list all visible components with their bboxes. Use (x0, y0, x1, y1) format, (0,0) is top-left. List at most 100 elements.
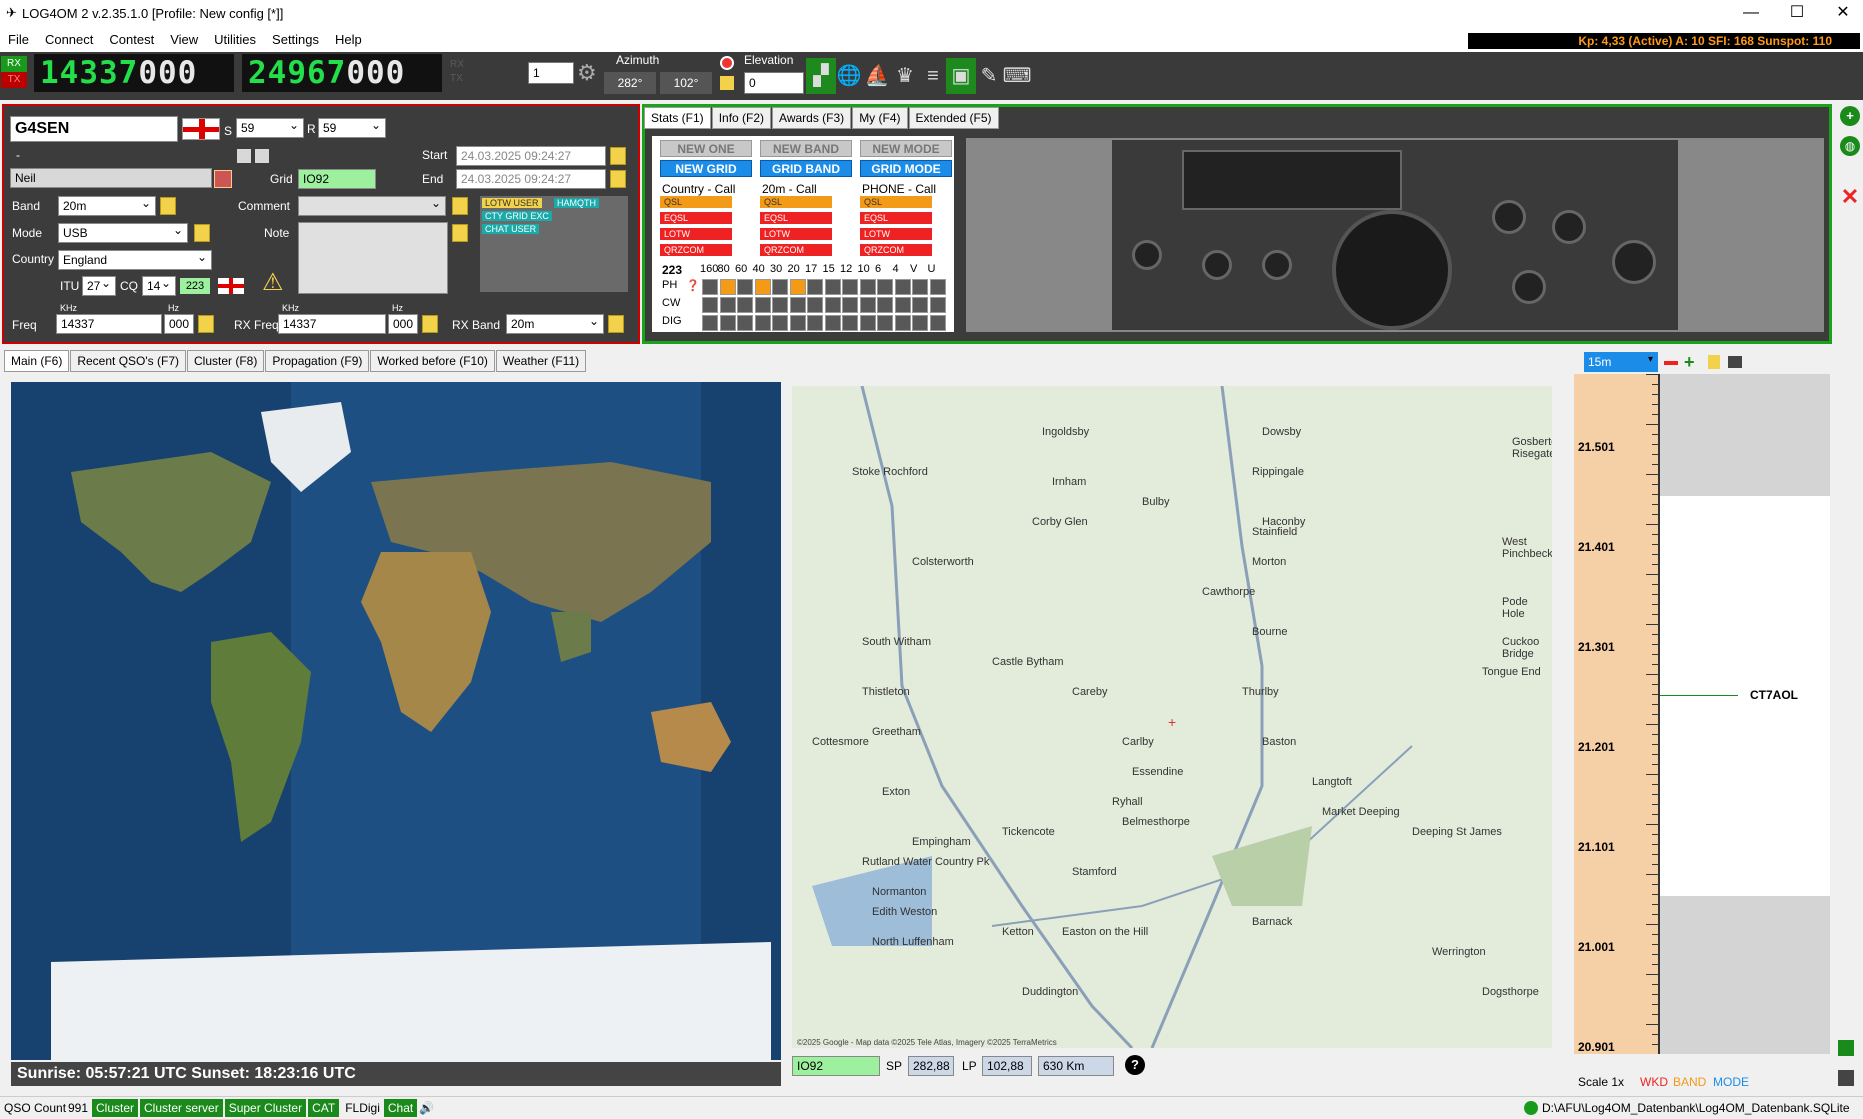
delete-icon[interactable]: ✕ (1840, 184, 1860, 209)
world-map[interactable] (11, 382, 781, 1060)
rxband-lock-icon[interactable] (608, 315, 624, 333)
freq-khz-input[interactable]: 14337 (56, 314, 162, 334)
freq-hz-input[interactable]: 000 (164, 314, 194, 334)
scope-band-select[interactable]: 15m (1584, 352, 1658, 372)
list-icon[interactable]: ≡ (918, 58, 948, 94)
signal-icon[interactable]: ▞ (806, 58, 836, 94)
itu-select[interactable]: 27 (82, 274, 116, 296)
spot-ct7aol[interactable]: CT7AOL (1750, 688, 1798, 702)
scope-band-dropdown-icon[interactable]: ▾ (1648, 354, 1653, 365)
satellite-icon[interactable]: ⛵ (862, 58, 892, 94)
rxfreq-khz-input[interactable]: 14337 (278, 314, 386, 334)
status-cluster-server[interactable]: Cluster server (140, 1099, 223, 1117)
cq-select[interactable]: 14 (142, 274, 176, 296)
speaker-icon[interactable]: 🔊 (419, 1101, 434, 1115)
menu-view[interactable]: View (162, 28, 206, 51)
new-grid-button[interactable]: NEW GRID (660, 160, 752, 177)
comment-lock-icon[interactable] (452, 197, 468, 215)
rst-sent-select[interactable]: 59 (236, 116, 304, 138)
name-input[interactable]: Neil (10, 168, 212, 188)
keyboard-icon[interactable]: ⌨ (1002, 58, 1032, 94)
grid-mode-button[interactable]: GRID MODE (860, 160, 952, 177)
lookup-icon[interactable] (214, 170, 232, 188)
tab-my[interactable]: My (F4) (852, 107, 908, 129)
note-lock-icon[interactable] (452, 224, 468, 242)
gear-icon[interactable]: ⚙ (577, 60, 597, 86)
map-grid-input[interactable]: IO92 (792, 1056, 880, 1076)
local-map[interactable]: Ingoldsby Dowsby Gosberton Risegate Stoke R… (792, 386, 1552, 1048)
scope-band[interactable]: BAND (1673, 1075, 1706, 1089)
scope-side-icon[interactable] (1838, 1040, 1854, 1056)
scope-wkd[interactable]: WKD (1640, 1075, 1668, 1089)
status-super-cluster[interactable]: Super Cluster (224, 1099, 307, 1117)
grid-input[interactable]: IO92 (298, 169, 376, 189)
minimize-button[interactable]: — (1728, 0, 1774, 28)
status-chat[interactable]: Chat (383, 1099, 418, 1117)
help-icon[interactable]: ? (1125, 1055, 1145, 1075)
zoom-in-icon[interactable]: + (1684, 352, 1695, 373)
tab-stats[interactable]: Stats (F1) (644, 107, 711, 129)
close-button[interactable]: ✕ (1820, 0, 1863, 28)
status-cat[interactable]: CAT (308, 1099, 340, 1117)
scope-scale[interactable]: Scale 1x (1578, 1075, 1624, 1089)
question-icon[interactable]: ❓ (686, 279, 700, 292)
globe-icon[interactable]: 🌐 (834, 58, 864, 94)
status-cluster[interactable]: Cluster (92, 1099, 139, 1117)
tab-main[interactable]: Main (F6) (4, 350, 70, 372)
menu-settings[interactable]: Settings (264, 28, 327, 51)
band-select[interactable]: 20m (58, 194, 156, 216)
scope-chart-icon[interactable] (1838, 1070, 1854, 1086)
menu-utilities[interactable]: Utilities (206, 28, 264, 51)
scope-mode[interactable]: MODE (1713, 1075, 1749, 1089)
award-icon[interactable]: ♛ (890, 58, 920, 94)
menu-contest[interactable]: Contest (101, 28, 162, 51)
tab-recent-qsos[interactable]: Recent QSO's (F7) (70, 350, 186, 372)
note-input[interactable] (298, 222, 448, 294)
start-lock-icon[interactable] (610, 147, 626, 165)
grid-band-button[interactable]: GRID BAND (760, 160, 852, 177)
globe-side-icon[interactable]: ◍ (1840, 136, 1860, 156)
zoom-out-icon[interactable] (1664, 361, 1678, 365)
rxfreq-lock-icon[interactable] (422, 315, 438, 333)
menu-connect[interactable]: Connect (37, 28, 101, 51)
rst-rcvd-select[interactable]: 59 (318, 116, 386, 138)
tab-info[interactable]: Info (F2) (711, 107, 772, 129)
tab-cluster[interactable]: Cluster (F8) (187, 350, 265, 372)
pen-icon[interactable]: ✎ (974, 58, 1004, 94)
rxfreq-hz-input[interactable]: 000 (388, 314, 418, 334)
end-input[interactable]: 24.03.2025 09:24:27 (456, 169, 606, 189)
mode-select[interactable]: USB (58, 221, 188, 243)
new-one-button[interactable]: NEW ONE (660, 140, 752, 157)
new-band-button[interactable]: NEW BAND (760, 140, 852, 157)
status-fldigi[interactable]: FLDigi (341, 1099, 384, 1117)
step-spinner[interactable]: 1 (528, 62, 574, 84)
radio-icon[interactable]: ▣ (946, 58, 976, 94)
new-mode-button[interactable]: NEW MODE (860, 140, 952, 157)
tab-awards[interactable]: Awards (F3) (772, 107, 852, 129)
end-lock-icon[interactable] (610, 170, 626, 188)
menu-help[interactable]: Help (327, 28, 370, 51)
maximize-button[interactable]: ☐ (1774, 0, 1820, 28)
checkbox-b[interactable] (255, 149, 269, 163)
freq-lock-icon[interactable] (198, 315, 214, 333)
comment-select[interactable] (298, 194, 446, 216)
menu-file[interactable]: File (0, 28, 37, 51)
tab-propagation[interactable]: Propagation (F9) (265, 350, 370, 372)
tab-weather[interactable]: Weather (F11) (495, 350, 587, 372)
record-icon[interactable] (720, 56, 734, 70)
tab-extended[interactable]: Extended (F5) (908, 107, 999, 129)
add-icon[interactable]: + (1840, 106, 1860, 126)
tab-worked-before[interactable]: Worked before (F10) (370, 350, 495, 372)
mode-lock-icon[interactable] (194, 224, 210, 242)
rxband-select[interactable]: 20m (506, 312, 604, 334)
start-input[interactable]: 24.03.2025 09:24:27 (456, 146, 606, 166)
band-lock-icon[interactable] (160, 197, 176, 215)
lock-icon[interactable] (720, 76, 734, 90)
camera-icon[interactable] (1728, 356, 1742, 368)
checkbox-a[interactable] (237, 149, 251, 163)
country-select[interactable]: England (58, 248, 212, 270)
elevation-input[interactable]: 0 (744, 72, 804, 94)
scope-lock-icon[interactable] (1708, 355, 1720, 369)
callsign-input[interactable]: G4SEN (10, 116, 178, 142)
band-scope[interactable]: 21.501 21.401 21.301 21.201 21.101 21.001 20.9… (1574, 374, 1834, 1054)
